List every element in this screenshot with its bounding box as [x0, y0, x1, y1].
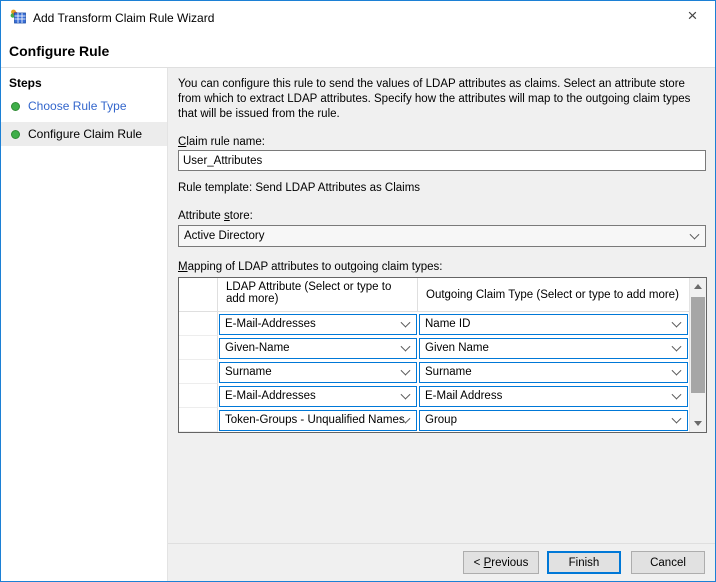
main-panel: You can configure this rule to send the … [168, 68, 715, 581]
table-header-row: LDAP Attribute (Select or type to add mo… [179, 278, 689, 312]
row-selector[interactable] [179, 312, 218, 336]
chevron-down-icon [401, 318, 411, 328]
chevron-down-icon [672, 390, 682, 400]
table-scrollbar[interactable] [689, 278, 706, 432]
chevron-down-icon [401, 366, 411, 376]
outgoing-claim-type-select[interactable]: Surname [419, 362, 688, 383]
finish-button[interactable]: Finish [547, 551, 621, 574]
table-row: E-Mail-Addresses E-Mail Address [179, 384, 689, 408]
table-row: Surname Surname [179, 360, 689, 384]
wizard-app-icon [10, 9, 26, 25]
sidebar-item-choose-rule-type[interactable]: Choose Rule Type [1, 94, 167, 118]
outgoing-claim-type-column-header: Outgoing Claim Type (Select or type to a… [418, 278, 689, 311]
scrollbar-thumb[interactable] [691, 297, 705, 393]
steps-heading: Steps [1, 68, 167, 90]
close-icon[interactable]: × [670, 1, 715, 31]
previous-button[interactable]: < Previous [463, 551, 539, 574]
step-completed-icon [11, 102, 20, 111]
outgoing-claim-type-select[interactable]: Name ID [419, 314, 688, 335]
chevron-down-icon [690, 230, 700, 240]
title-bar: Add Transform Claim Rule Wizard × [1, 1, 715, 33]
page-title: Configure Rule [9, 43, 109, 59]
outgoing-claim-type-select[interactable]: Group [419, 410, 688, 431]
row-selector[interactable] [179, 360, 218, 384]
ldap-attribute-select[interactable]: E-Mail-Addresses [219, 386, 417, 407]
ldap-attribute-column-header: LDAP Attribute (Select or type to add mo… [218, 278, 418, 311]
step-label: Configure Claim Rule [28, 127, 142, 141]
mapping-label: Mapping of LDAP attributes to outgoing c… [178, 261, 442, 273]
row-selector[interactable] [179, 432, 218, 433]
outgoing-claim-type-select[interactable]: E-Mail Address [419, 386, 688, 407]
chevron-down-icon [401, 390, 411, 400]
footer-separator [168, 543, 715, 544]
ldap-attribute-select[interactable]: Token-Groups - Unqualified Names [219, 410, 417, 431]
dialog-body: Steps Choose Rule Type Configure Claim R… [1, 68, 715, 581]
claim-rule-name-input[interactable] [178, 150, 706, 171]
chevron-down-icon [672, 342, 682, 352]
ldap-attribute-select[interactable]: E-Mail-Addresses [219, 314, 417, 335]
step-completed-icon [11, 130, 20, 139]
chevron-down-icon [401, 342, 411, 352]
sidebar-item-configure-claim-rule[interactable]: Configure Claim Rule [1, 122, 167, 146]
table-row: E-Mail-Addresses Name ID [179, 312, 689, 336]
wizard-dialog: Add Transform Claim Rule Wizard × Config… [0, 0, 716, 582]
row-selector-header [179, 278, 218, 311]
chevron-down-icon [672, 414, 682, 424]
row-selector[interactable] [179, 408, 218, 432]
ldap-mapping-table: LDAP Attribute (Select or type to add mo… [178, 277, 707, 433]
table-new-row [179, 432, 689, 433]
ldap-attribute-select[interactable]: Surname [219, 362, 417, 383]
rule-description-text: You can configure this rule to send the … [178, 77, 708, 122]
row-selector[interactable] [179, 384, 218, 408]
table-row: Given-Name Given Name [179, 336, 689, 360]
claim-rule-name-label: Claim rule name: [178, 136, 265, 148]
steps-sidebar: Steps Choose Rule Type Configure Claim R… [1, 68, 168, 581]
scrollbar-down-icon[interactable] [690, 415, 706, 432]
table-row: Token-Groups - Unqualified Names Group [179, 408, 689, 432]
rule-template-text: Rule template: Send LDAP Attributes as C… [178, 182, 420, 194]
step-label: Choose Rule Type [28, 99, 127, 113]
chevron-down-icon [672, 318, 682, 328]
attribute-store-label: Attribute store: [178, 210, 253, 222]
chevron-down-icon [672, 366, 682, 376]
outgoing-claim-type-select[interactable]: Given Name [419, 338, 688, 359]
window-title: Add Transform Claim Rule Wizard [33, 11, 214, 25]
ldap-attribute-select[interactable]: Given-Name [219, 338, 417, 359]
attribute-store-select[interactable]: Active Directory [178, 225, 706, 247]
cancel-button[interactable]: Cancel [631, 551, 705, 574]
row-selector[interactable] [179, 336, 218, 360]
scrollbar-up-icon[interactable] [690, 278, 706, 295]
attribute-store-value: Active Directory [179, 230, 265, 242]
